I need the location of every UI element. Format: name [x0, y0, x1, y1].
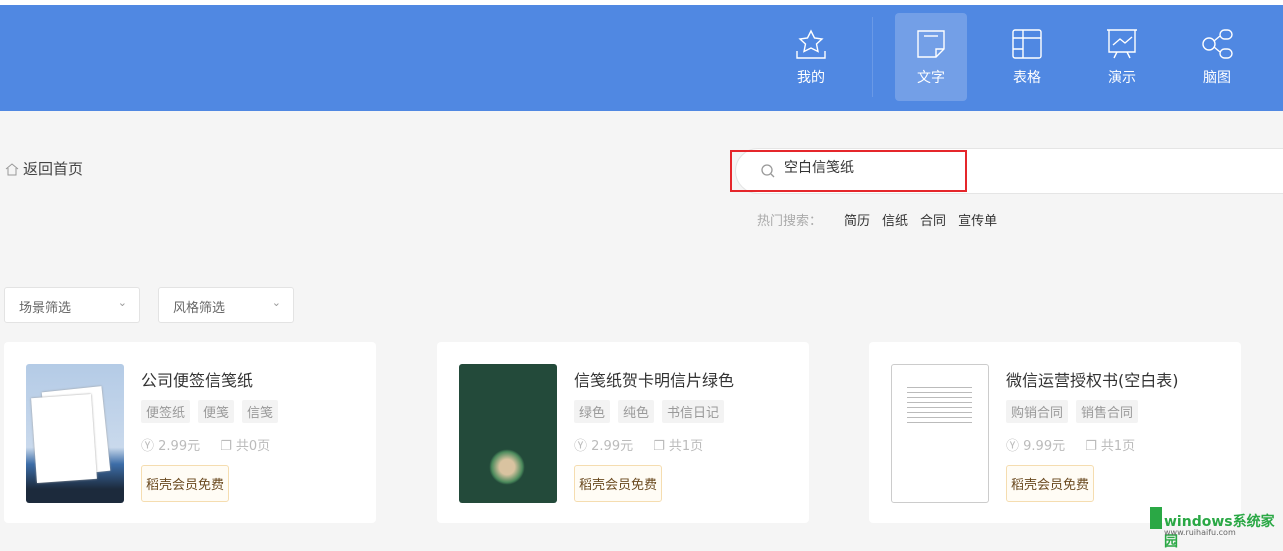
- table-icon: [1012, 29, 1042, 59]
- divider: [872, 17, 873, 97]
- hot-search-item[interactable]: 宣传单: [958, 210, 997, 229]
- document-icon: [917, 30, 945, 58]
- tag[interactable]: 书信日记: [662, 400, 725, 423]
- scene-filter-dropdown[interactable]: 场景筛选 ⌄: [4, 287, 140, 323]
- vip-free-badge: 稻壳会员免费: [141, 465, 230, 502]
- chevron-down-icon: ⌄: [271, 296, 281, 309]
- nav-my[interactable]: 我的: [775, 13, 847, 101]
- tag[interactable]: 信笺: [242, 400, 279, 423]
- vip-free-badge: 稻壳会员免费: [574, 465, 663, 502]
- star-icon: [796, 29, 826, 59]
- pages: ❐ 共0页: [220, 439, 271, 454]
- nav-mindmap[interactable]: 脑图: [1181, 13, 1253, 101]
- yen-icon: Ⓨ: [141, 439, 155, 454]
- mindmap-icon: [1202, 29, 1233, 59]
- hot-search-item[interactable]: 合同: [920, 210, 946, 229]
- tag[interactable]: 销售合同: [1076, 400, 1139, 423]
- tag[interactable]: 便签纸: [141, 400, 191, 423]
- presentation-icon: [1107, 29, 1137, 59]
- hot-searches: 热门搜索： 简历 信纸 合同 宣传单: [757, 210, 997, 229]
- header: 我的 文字 表格 演示 脑图: [0, 5, 1283, 111]
- yen-icon: Ⓨ: [1006, 439, 1020, 454]
- template-thumbnail: [891, 364, 989, 503]
- nav-presentation[interactable]: 演示: [1086, 13, 1158, 101]
- tag[interactable]: 绿色: [574, 400, 611, 423]
- price: Ⓨ 2.99元: [141, 439, 201, 454]
- tag[interactable]: 纯色: [618, 400, 655, 423]
- pages: ❐ 共1页: [1085, 439, 1136, 454]
- price: Ⓨ 2.99元: [574, 439, 634, 454]
- hot-search-item[interactable]: 信纸: [882, 210, 908, 229]
- template-thumbnail: [459, 364, 557, 503]
- back-home-link[interactable]: 返回首页: [5, 158, 83, 179]
- template-card[interactable]: 微信运营授权书(空白表) 购销合同 销售合同 Ⓨ 9.99元 ❐ 共1页 稻壳会员免…: [869, 342, 1241, 523]
- chevron-down-icon: ⌄: [117, 296, 127, 309]
- style-filter-dropdown[interactable]: 风格筛选 ⌄: [158, 287, 294, 323]
- yen-icon: Ⓨ: [574, 439, 588, 454]
- copy-icon: ❐: [1085, 439, 1097, 454]
- nav-text[interactable]: 文字: [895, 13, 967, 101]
- tag[interactable]: 购销合同: [1006, 400, 1069, 423]
- template-thumbnail: [26, 364, 124, 503]
- hot-search-item[interactable]: 简历: [844, 210, 870, 229]
- template-card[interactable]: 公司便签信笺纸 便签纸 便笺 信笺 Ⓨ 2.99元 ❐ 共0页 稻壳会员免费: [4, 342, 376, 523]
- copy-icon: ❐: [220, 439, 232, 454]
- tag[interactable]: 便笺: [198, 400, 235, 423]
- watermark-logo: windows系统家园 www.ruihaifu.com: [1150, 505, 1280, 550]
- price: Ⓨ 9.99元: [1006, 439, 1066, 454]
- nav-sheet[interactable]: 表格: [991, 13, 1063, 101]
- template-card[interactable]: 信笺纸贺卡明信片绿色 绿色 纯色 书信日记 Ⓨ 2.99元 ❐ 共1页 稻壳会员免费: [437, 342, 809, 523]
- copy-icon: ❐: [653, 439, 665, 454]
- home-icon: [5, 162, 19, 175]
- pages: ❐ 共1页: [653, 439, 704, 454]
- vip-free-badge: 稻壳会员免费: [1006, 465, 1095, 502]
- highlight-box: [730, 150, 967, 192]
